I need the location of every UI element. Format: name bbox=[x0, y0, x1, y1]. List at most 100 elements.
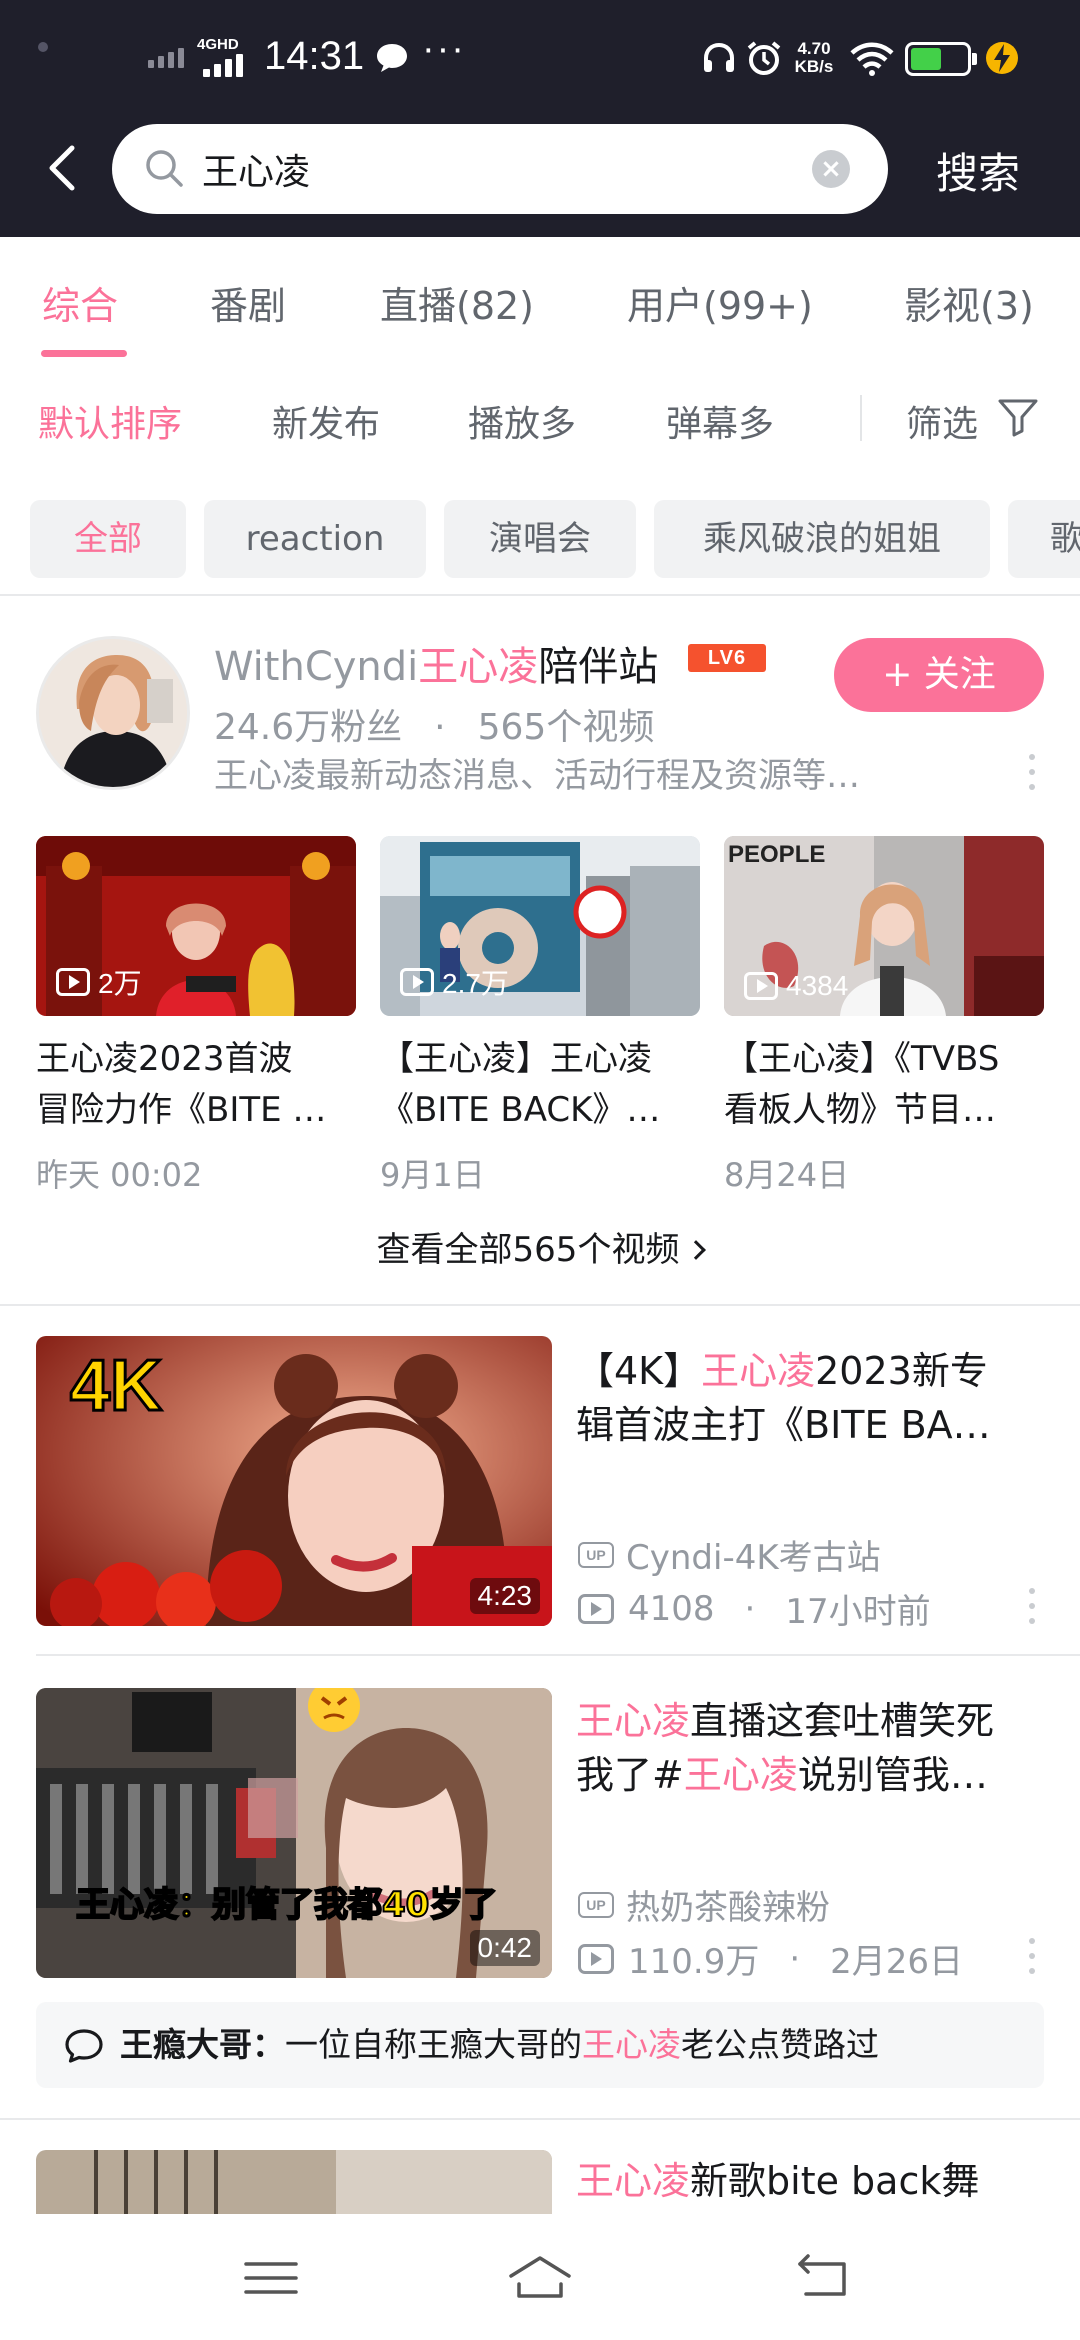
sort-most-danmaku[interactable]: 弹幕多 bbox=[666, 395, 774, 447]
video-thumbnail[interactable]: 2万 bbox=[36, 836, 356, 1016]
video-more-options-icon[interactable] bbox=[1026, 1586, 1038, 1626]
chip-reaction[interactable]: reaction bbox=[204, 500, 426, 578]
network-type: 4GHD bbox=[197, 36, 239, 53]
active-tab-indicator bbox=[41, 350, 127, 357]
user-stats: 24.6万粉丝 · 565个视频 bbox=[214, 707, 655, 748]
chip-sisters-show[interactable]: 乘风破浪的姐姐 bbox=[654, 500, 990, 578]
network-speed: 4.70 KB/s bbox=[794, 39, 834, 76]
section-divider bbox=[0, 1304, 1080, 1306]
tab-bangumi[interactable]: 番剧 bbox=[210, 275, 286, 330]
chip-all[interactable]: 全部 bbox=[30, 500, 186, 578]
chip-songs[interactable]: 歌 bbox=[1008, 500, 1080, 578]
follow-button[interactable]: + 关注 bbox=[834, 638, 1044, 712]
video-thumbnail[interactable]: 4K 4:23 bbox=[36, 1336, 552, 1626]
more-notifications-icon: ··· bbox=[422, 28, 466, 70]
chevron-right-icon bbox=[686, 1240, 707, 1260]
view-count: 2万 bbox=[56, 962, 142, 1002]
sim2-signal-icon: 4GHD bbox=[197, 36, 253, 78]
home-icon[interactable] bbox=[505, 2250, 575, 2306]
hot-comment[interactable]: 王瘾大哥：一位自称王瘾大哥的王心凌老公点赞路过 bbox=[36, 2002, 1044, 2088]
search-box[interactable]: × bbox=[112, 124, 888, 214]
video-meta: 4108 · 17小时前 bbox=[578, 1584, 931, 1633]
comment-icon bbox=[65, 2029, 103, 2063]
view-count: 2.7万 bbox=[400, 962, 509, 1002]
video-title[interactable]: 王心凌新歌bite back舞 bbox=[576, 2154, 1046, 2208]
user-video-card[interactable]: 2.7万 【王心凌】王心凌 《BITE BACK》… 9月1日 bbox=[380, 836, 700, 1196]
user-name[interactable]: WithCyndi王心凌陪伴站 bbox=[214, 634, 658, 692]
comment-text: 王瘾大哥：一位自称王瘾大哥的王心凌老公点赞路过 bbox=[120, 2025, 879, 2064]
sort-most-played[interactable]: 播放多 bbox=[468, 395, 576, 447]
search-icon bbox=[146, 150, 183, 187]
status-bar: 4GHD 14:31 ··· 4.70 KB/s bbox=[0, 0, 1080, 118]
video-thumbnail[interactable] bbox=[36, 2150, 552, 2214]
chat-bubble-icon bbox=[377, 44, 407, 72]
menu-icon[interactable] bbox=[236, 2250, 306, 2306]
video-title[interactable]: 【王心凌】王心凌 《BITE BACK》… bbox=[380, 1034, 700, 1136]
user-more-options-icon[interactable] bbox=[1026, 752, 1038, 792]
sort-bar: 默认排序 新发布 播放多 弹幕多 筛选 bbox=[0, 359, 1080, 477]
video-meta: 110.9万 · 2月26日 bbox=[578, 1934, 963, 1983]
up-badge-icon: UP bbox=[578, 1541, 614, 1568]
video-date: 8月24日 bbox=[724, 1156, 850, 1194]
sort-divider bbox=[860, 395, 862, 441]
video-title[interactable]: 王心凌2023首波 冒险力作《BITE … bbox=[36, 1034, 356, 1136]
uploader-link[interactable]: UP 热奶茶酸辣粉 bbox=[578, 1880, 830, 1929]
system-nav-bar bbox=[0, 2214, 1080, 2340]
video-duration: 0:42 bbox=[469, 1930, 540, 1966]
back-icon[interactable] bbox=[788, 2250, 858, 2306]
thumbnail-text: PEOPLE bbox=[728, 841, 825, 868]
play-count-icon bbox=[56, 968, 90, 996]
video-thumbnail[interactable]: PEOPLE 4384 bbox=[724, 836, 1044, 1016]
filter-button[interactable]: 筛选 bbox=[906, 395, 978, 447]
uploader-link[interactable]: UP Cyndi-4K考古站 bbox=[578, 1530, 881, 1579]
sort-newest[interactable]: 新发布 bbox=[272, 395, 380, 447]
user-video-card[interactable]: PEOPLE 4384 【王心凌】《TVBS 看板人物》节目… 8月24日 bbox=[724, 836, 1044, 1196]
search-submit-button[interactable]: 搜索 bbox=[936, 140, 1020, 201]
back-button[interactable] bbox=[40, 140, 86, 196]
user-description: 王心凌最新动态消息、活动行程及资源等… bbox=[214, 756, 860, 796]
app-header: 4GHD 14:31 ··· 4.70 KB/s 王心凌 × 搜索 bbox=[0, 0, 1080, 237]
video-title[interactable]: 王心凌直播这套吐槽笑死 我了#王心凌说别管我… bbox=[576, 1694, 1046, 1802]
view-count: 4384 bbox=[744, 970, 848, 1002]
tab-live[interactable]: 直播(82) bbox=[380, 275, 534, 330]
wifi-icon bbox=[850, 42, 894, 76]
video-more-options-icon[interactable] bbox=[1026, 1936, 1038, 1976]
clear-search-button[interactable]: × bbox=[812, 150, 850, 188]
play-count-icon bbox=[578, 1593, 614, 1624]
video-date: 昨天 00:02 bbox=[36, 1156, 203, 1194]
tab-users[interactable]: 用户(99+) bbox=[627, 275, 813, 330]
tab-movies[interactable]: 影视(3) bbox=[904, 275, 1034, 330]
sort-default[interactable]: 默认排序 bbox=[38, 395, 182, 447]
category-chips: 全部 reaction 演唱会 乘风破浪的姐姐 歌 bbox=[0, 500, 1080, 580]
section-divider bbox=[36, 1654, 1080, 1656]
tab-all[interactable]: 综合 bbox=[42, 275, 118, 330]
view-all-videos-link[interactable]: 查看全部565个视频 bbox=[0, 1222, 1080, 1271]
video-thumbnail[interactable]: 2.7万 bbox=[380, 836, 700, 1016]
video-title[interactable]: 【4K】王心凌2023新专 辑首波主打《BITE BA… bbox=[576, 1344, 1046, 1452]
search-input[interactable] bbox=[202, 140, 792, 198]
result-tabs: 综合 番剧 直播(82) 用户(99+) 影视(3) bbox=[0, 237, 1080, 359]
section-divider bbox=[0, 2118, 1080, 2120]
video-duration: 4:23 bbox=[469, 1578, 540, 1614]
charging-icon bbox=[986, 42, 1018, 74]
chip-concert[interactable]: 演唱会 bbox=[444, 500, 636, 578]
play-count-icon bbox=[400, 968, 434, 996]
user-avatar[interactable] bbox=[36, 636, 190, 790]
avatar-photo bbox=[39, 639, 187, 787]
headphone-icon bbox=[704, 42, 734, 72]
user-video-card[interactable]: 2万 王心凌2023首波 冒险力作《BITE … 昨天 00:02 bbox=[36, 836, 356, 1196]
video-date: 9月1日 bbox=[380, 1156, 485, 1194]
thumbnail-caption: 王心凌：别管了我都40岁了 bbox=[76, 1885, 497, 1925]
filter-icon[interactable] bbox=[996, 397, 1040, 437]
section-divider bbox=[0, 594, 1080, 596]
battery-level-fill bbox=[911, 48, 941, 70]
battery-icon bbox=[905, 42, 977, 76]
play-count-icon bbox=[578, 1943, 614, 1974]
video-thumbnail[interactable]: 王心凌：别管了我都40岁了 0:42 bbox=[36, 1688, 552, 1978]
thumbnail-text: 4K bbox=[70, 1346, 162, 1426]
up-badge-icon: UP bbox=[578, 1891, 614, 1918]
alarm-icon bbox=[747, 41, 781, 75]
video-title[interactable]: 【王心凌】《TVBS 看板人物》节目… bbox=[724, 1034, 1044, 1136]
level-badge: LV6 bbox=[688, 644, 766, 672]
notification-dot-icon bbox=[38, 42, 48, 52]
